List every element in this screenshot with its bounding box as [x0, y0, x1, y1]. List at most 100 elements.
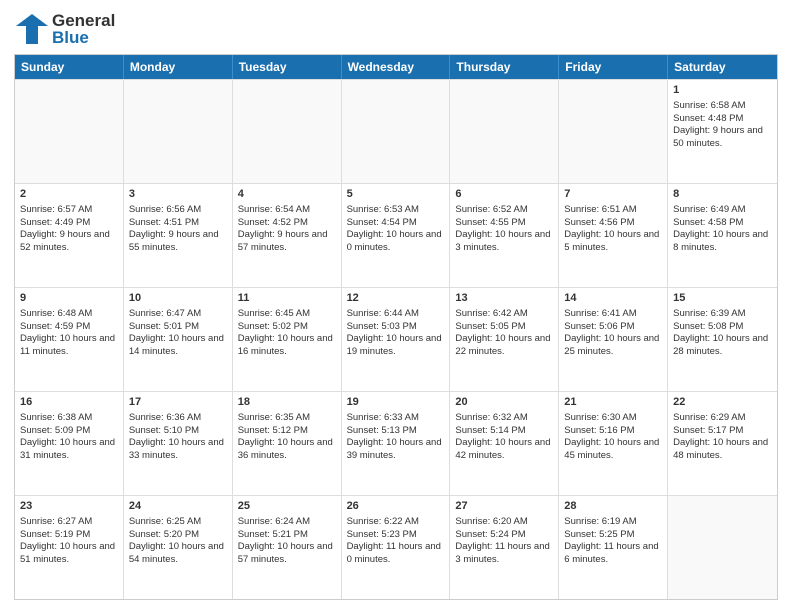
- cal-header-cell-saturday: Saturday: [668, 55, 777, 79]
- day-number: 12: [347, 291, 445, 306]
- day-info-line: Sunrise: 6:35 AM: [238, 412, 336, 425]
- day-number: 9: [20, 291, 118, 306]
- day-number: 15: [673, 291, 772, 306]
- cal-header-cell-thursday: Thursday: [450, 55, 559, 79]
- day-number: 21: [564, 395, 662, 410]
- cal-row-1: 2Sunrise: 6:57 AMSunset: 4:49 PMDaylight…: [15, 183, 777, 287]
- cal-cell-0-2: [233, 80, 342, 183]
- day-number: 18: [238, 395, 336, 410]
- day-info-line: Daylight: 10 hours and 19 minutes.: [347, 333, 445, 359]
- day-number: 16: [20, 395, 118, 410]
- cal-cell-4-6: [668, 496, 777, 599]
- day-info-line: Sunrise: 6:57 AM: [20, 204, 118, 217]
- day-info-line: Daylight: 10 hours and 5 minutes.: [564, 229, 662, 255]
- day-number: 28: [564, 499, 662, 514]
- cal-cell-4-2: 25Sunrise: 6:24 AMSunset: 5:21 PMDayligh…: [233, 496, 342, 599]
- day-info-line: Sunrise: 6:36 AM: [129, 412, 227, 425]
- day-number: 27: [455, 499, 553, 514]
- day-info-line: Daylight: 10 hours and 31 minutes.: [20, 437, 118, 463]
- day-info-line: Sunset: 5:21 PM: [238, 529, 336, 542]
- cal-header-cell-friday: Friday: [559, 55, 668, 79]
- day-info-line: Daylight: 10 hours and 36 minutes.: [238, 437, 336, 463]
- cal-row-4: 23Sunrise: 6:27 AMSunset: 5:19 PMDayligh…: [15, 495, 777, 599]
- cal-cell-3-6: 22Sunrise: 6:29 AMSunset: 5:17 PMDayligh…: [668, 392, 777, 495]
- day-info-line: Sunset: 5:23 PM: [347, 529, 445, 542]
- cal-cell-1-1: 3Sunrise: 6:56 AMSunset: 4:51 PMDaylight…: [124, 184, 233, 287]
- day-info-line: Daylight: 10 hours and 14 minutes.: [129, 333, 227, 359]
- cal-header-cell-sunday: Sunday: [15, 55, 124, 79]
- cal-cell-0-4: [450, 80, 559, 183]
- day-number: 13: [455, 291, 553, 306]
- day-info-line: Daylight: 11 hours and 6 minutes.: [564, 541, 662, 567]
- day-info-line: Sunrise: 6:39 AM: [673, 308, 772, 321]
- day-info-line: Daylight: 11 hours and 0 minutes.: [347, 541, 445, 567]
- day-info-line: Sunrise: 6:49 AM: [673, 204, 772, 217]
- cal-header-cell-monday: Monday: [124, 55, 233, 79]
- day-info-line: Sunset: 5:25 PM: [564, 529, 662, 542]
- header: GeneralBlue: [14, 12, 778, 46]
- day-info-line: Sunset: 5:01 PM: [129, 321, 227, 334]
- day-number: 4: [238, 187, 336, 202]
- day-info-line: Sunset: 5:10 PM: [129, 425, 227, 438]
- cal-cell-0-5: [559, 80, 668, 183]
- day-info-line: Sunset: 5:20 PM: [129, 529, 227, 542]
- day-info-line: Sunset: 4:58 PM: [673, 217, 772, 230]
- day-number: 3: [129, 187, 227, 202]
- cal-row-0: 1Sunrise: 6:58 AMSunset: 4:48 PMDaylight…: [15, 79, 777, 183]
- cal-header-cell-tuesday: Tuesday: [233, 55, 342, 79]
- cal-cell-0-6: 1Sunrise: 6:58 AMSunset: 4:48 PMDaylight…: [668, 80, 777, 183]
- day-info-line: Sunset: 5:13 PM: [347, 425, 445, 438]
- day-info-line: Daylight: 10 hours and 45 minutes.: [564, 437, 662, 463]
- day-number: 11: [238, 291, 336, 306]
- day-number: 24: [129, 499, 227, 514]
- cal-cell-1-5: 7Sunrise: 6:51 AMSunset: 4:56 PMDaylight…: [559, 184, 668, 287]
- day-info-line: Sunset: 4:52 PM: [238, 217, 336, 230]
- day-info-line: Daylight: 10 hours and 39 minutes.: [347, 437, 445, 463]
- cal-cell-3-4: 20Sunrise: 6:32 AMSunset: 5:14 PMDayligh…: [450, 392, 559, 495]
- logo-icon: [14, 12, 48, 46]
- day-info-line: Sunset: 4:56 PM: [564, 217, 662, 230]
- day-info-line: Sunrise: 6:56 AM: [129, 204, 227, 217]
- cal-header-cell-wednesday: Wednesday: [342, 55, 451, 79]
- day-info-line: Sunset: 4:48 PM: [673, 113, 772, 126]
- cal-cell-3-1: 17 Sunrise: 6:36 AMSunset: 5:10 PMDayligh…: [124, 392, 233, 495]
- day-info-line: Daylight: 10 hours and 25 minutes.: [564, 333, 662, 359]
- day-number: 1: [673, 83, 772, 98]
- day-info-line: Sunset: 5:12 PM: [238, 425, 336, 438]
- day-info-line: Sunset: 4:55 PM: [455, 217, 553, 230]
- cal-cell-1-2: 4Sunrise: 6:54 AMSunset: 4:52 PMDaylight…: [233, 184, 342, 287]
- day-info-line: Sunrise: 6:30 AM: [564, 412, 662, 425]
- day-info-line: Sunrise: 6:29 AM: [673, 412, 772, 425]
- day-info-line: Sunset: 5:16 PM: [564, 425, 662, 438]
- logo-blue: Blue: [52, 29, 115, 46]
- cal-cell-4-0: 23Sunrise: 6:27 AMSunset: 5:19 PMDayligh…: [15, 496, 124, 599]
- day-info-line: Sunrise: 6:48 AM: [20, 308, 118, 321]
- day-info-line: Sunset: 5:02 PM: [238, 321, 336, 334]
- cal-cell-1-0: 2Sunrise: 6:57 AMSunset: 4:49 PMDaylight…: [15, 184, 124, 287]
- day-info-line: Daylight: 10 hours and 33 minutes.: [129, 437, 227, 463]
- day-info-line: Daylight: 10 hours and 51 minutes.: [20, 541, 118, 567]
- cal-cell-4-3: 26Sunrise: 6:22 AMSunset: 5:23 PMDayligh…: [342, 496, 451, 599]
- day-info-line: Sunrise: 6:52 AM: [455, 204, 553, 217]
- cal-cell-3-5: 21 Sunrise: 6:30 AMSunset: 5:16 PMDayligh…: [559, 392, 668, 495]
- day-number: 20: [455, 395, 553, 410]
- day-number: 17: [129, 395, 227, 410]
- day-info-line: Daylight: 10 hours and 54 minutes.: [129, 541, 227, 567]
- day-info-line: Sunrise: 6:42 AM: [455, 308, 553, 321]
- cal-cell-2-3: 12Sunrise: 6:44 AMSunset: 5:03 PMDayligh…: [342, 288, 451, 391]
- day-info-line: Daylight: 10 hours and 8 minutes.: [673, 229, 772, 255]
- calendar: SundayMondayTuesdayWednesdayThursdayFrid…: [14, 54, 778, 600]
- day-info-line: Daylight: 10 hours and 16 minutes.: [238, 333, 336, 359]
- day-info-line: Sunset: 5:08 PM: [673, 321, 772, 334]
- day-info-line: Sunrise: 6:20 AM: [455, 516, 553, 529]
- day-info-line: Sunrise: 6:24 AM: [238, 516, 336, 529]
- day-info-line: Daylight: 10 hours and 28 minutes.: [673, 333, 772, 359]
- day-info-line: Sunrise: 6:44 AM: [347, 308, 445, 321]
- cal-cell-2-5: 14Sunrise: 6:41 AMSunset: 5:06 PMDayligh…: [559, 288, 668, 391]
- day-info-line: Daylight: 10 hours and 22 minutes.: [455, 333, 553, 359]
- day-info-line: Sunset: 4:59 PM: [20, 321, 118, 334]
- day-info-line: Sunset: 5:09 PM: [20, 425, 118, 438]
- day-info-line: Sunset: 5:19 PM: [20, 529, 118, 542]
- cal-cell-2-4: 13Sunrise: 6:42 AMSunset: 5:05 PMDayligh…: [450, 288, 559, 391]
- calendar-header-row: SundayMondayTuesdayWednesdayThursdayFrid…: [15, 55, 777, 79]
